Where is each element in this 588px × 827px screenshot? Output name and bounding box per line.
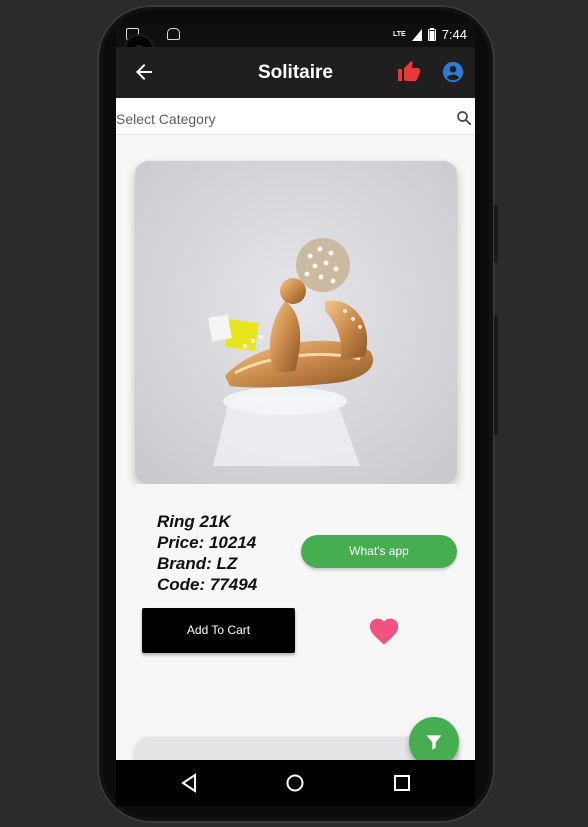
triangle-back-icon[interactable] — [179, 772, 201, 794]
ring-photo — [135, 161, 457, 484]
clock: 7:44 — [441, 27, 467, 42]
category-search-bar[interactable]: Select Category — [116, 98, 475, 135]
thumb-up-icon[interactable] — [397, 60, 421, 84]
product-brand: Brand: LZ — [157, 554, 238, 573]
app-bar: Solitaire — [116, 47, 475, 98]
product-info: Ring 21K Price: 10214 Brand: LZ Code: 77… — [157, 511, 257, 595]
system-nav-bar — [116, 760, 475, 806]
whatsapp-button[interactable]: What's app — [301, 535, 457, 568]
product-image[interactable] — [135, 161, 457, 484]
page-title: Solitaire — [258, 62, 333, 83]
filter-button[interactable] — [409, 717, 459, 760]
add-to-cart-button[interactable]: Add To Cart — [142, 608, 295, 653]
battery-icon — [427, 28, 436, 41]
product-price: Price: 10214 — [157, 533, 257, 552]
filter-icon — [426, 735, 442, 750]
volume-button — [494, 315, 498, 435]
account-circle-icon[interactable] — [442, 61, 464, 83]
network-label: LTE — [392, 31, 406, 38]
product-code: Code: 77494 — [157, 575, 258, 594]
category-placeholder[interactable]: Select Category — [116, 111, 216, 127]
heart-icon[interactable] — [367, 614, 401, 646]
search-icon[interactable] — [455, 109, 473, 127]
android-icon — [167, 28, 180, 40]
product-name: Ring 21K — [157, 512, 231, 531]
product-list: Ring 21K Price: 10214 Brand: LZ Code: 77… — [116, 135, 475, 760]
screen: LTE 7:44 Solitaire Select Category Ring … — [116, 23, 475, 760]
circle-home-icon[interactable] — [284, 772, 306, 794]
power-button — [494, 205, 498, 263]
square-recents-icon[interactable] — [391, 772, 413, 794]
signal-icon — [411, 28, 422, 41]
status-bar: LTE 7:44 — [116, 23, 475, 47]
